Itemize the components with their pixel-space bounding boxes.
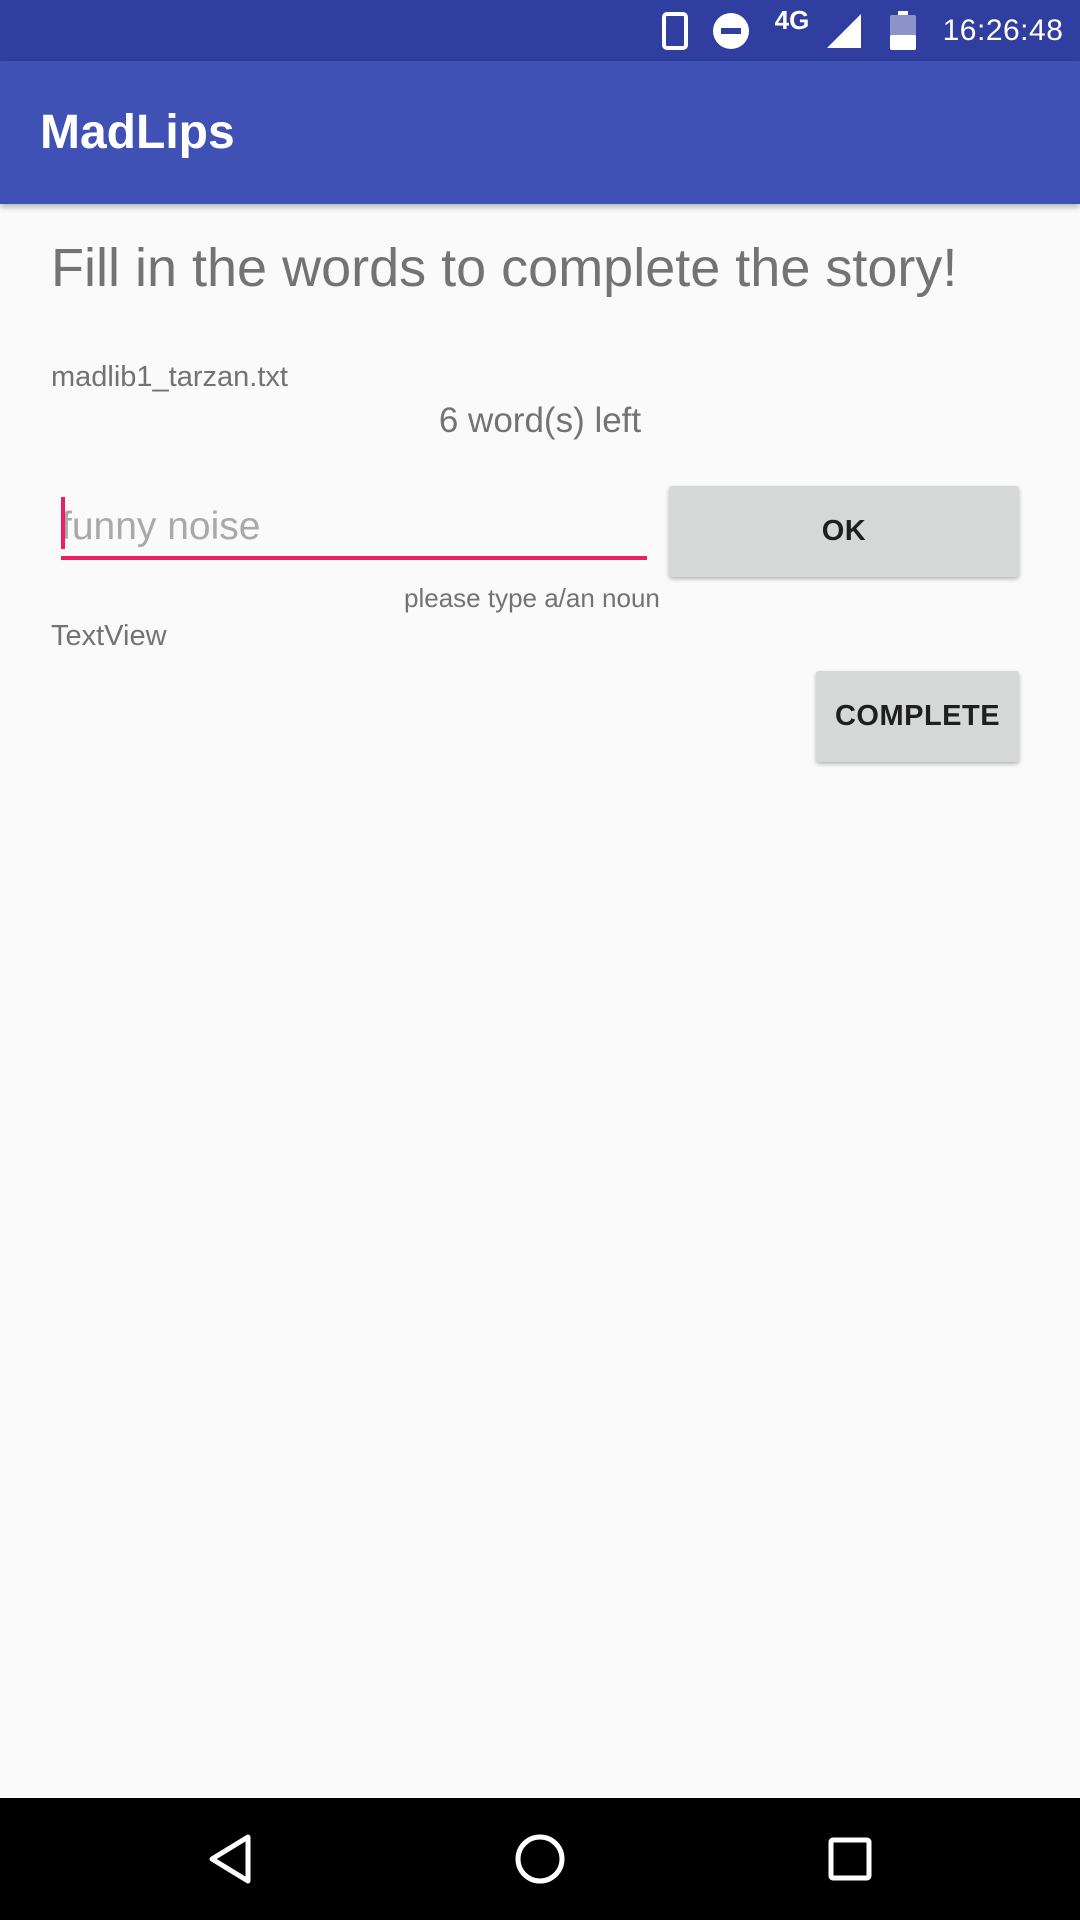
back-icon[interactable] [170,1798,290,1920]
words-left-counter: 6 word(s) left [438,401,642,440]
home-icon[interactable] [480,1798,600,1920]
navigation-bar [0,1798,1080,1920]
word-input[interactable] [61,498,647,560]
network-type: 4G [774,4,810,35]
story-filename: madlib1_tarzan.txt [51,361,288,393]
do-not-disturb-icon [710,0,752,61]
word-type-hint: please type a/an noun [404,583,660,613]
text-cursor [61,497,65,549]
signal-icon [824,0,864,61]
app-bar: MadLips [0,61,1080,204]
complete-button[interactable]: COMPLETE [816,671,1019,762]
status-time: 16:26:48 [942,13,1064,47]
battery-icon [888,0,918,61]
app-title: MadLips [40,106,235,159]
screen: 4G 16:26:48 MadLips Fill in the words to… [0,0,1080,1920]
story-textview: TextView [51,620,167,652]
status-bar: 4G 16:26:48 [0,0,1080,61]
ok-button[interactable]: OK [669,486,1019,577]
phone-icon [658,0,692,61]
page-heading: Fill in the words to complete the story! [51,238,958,298]
recents-icon[interactable] [790,1798,910,1920]
